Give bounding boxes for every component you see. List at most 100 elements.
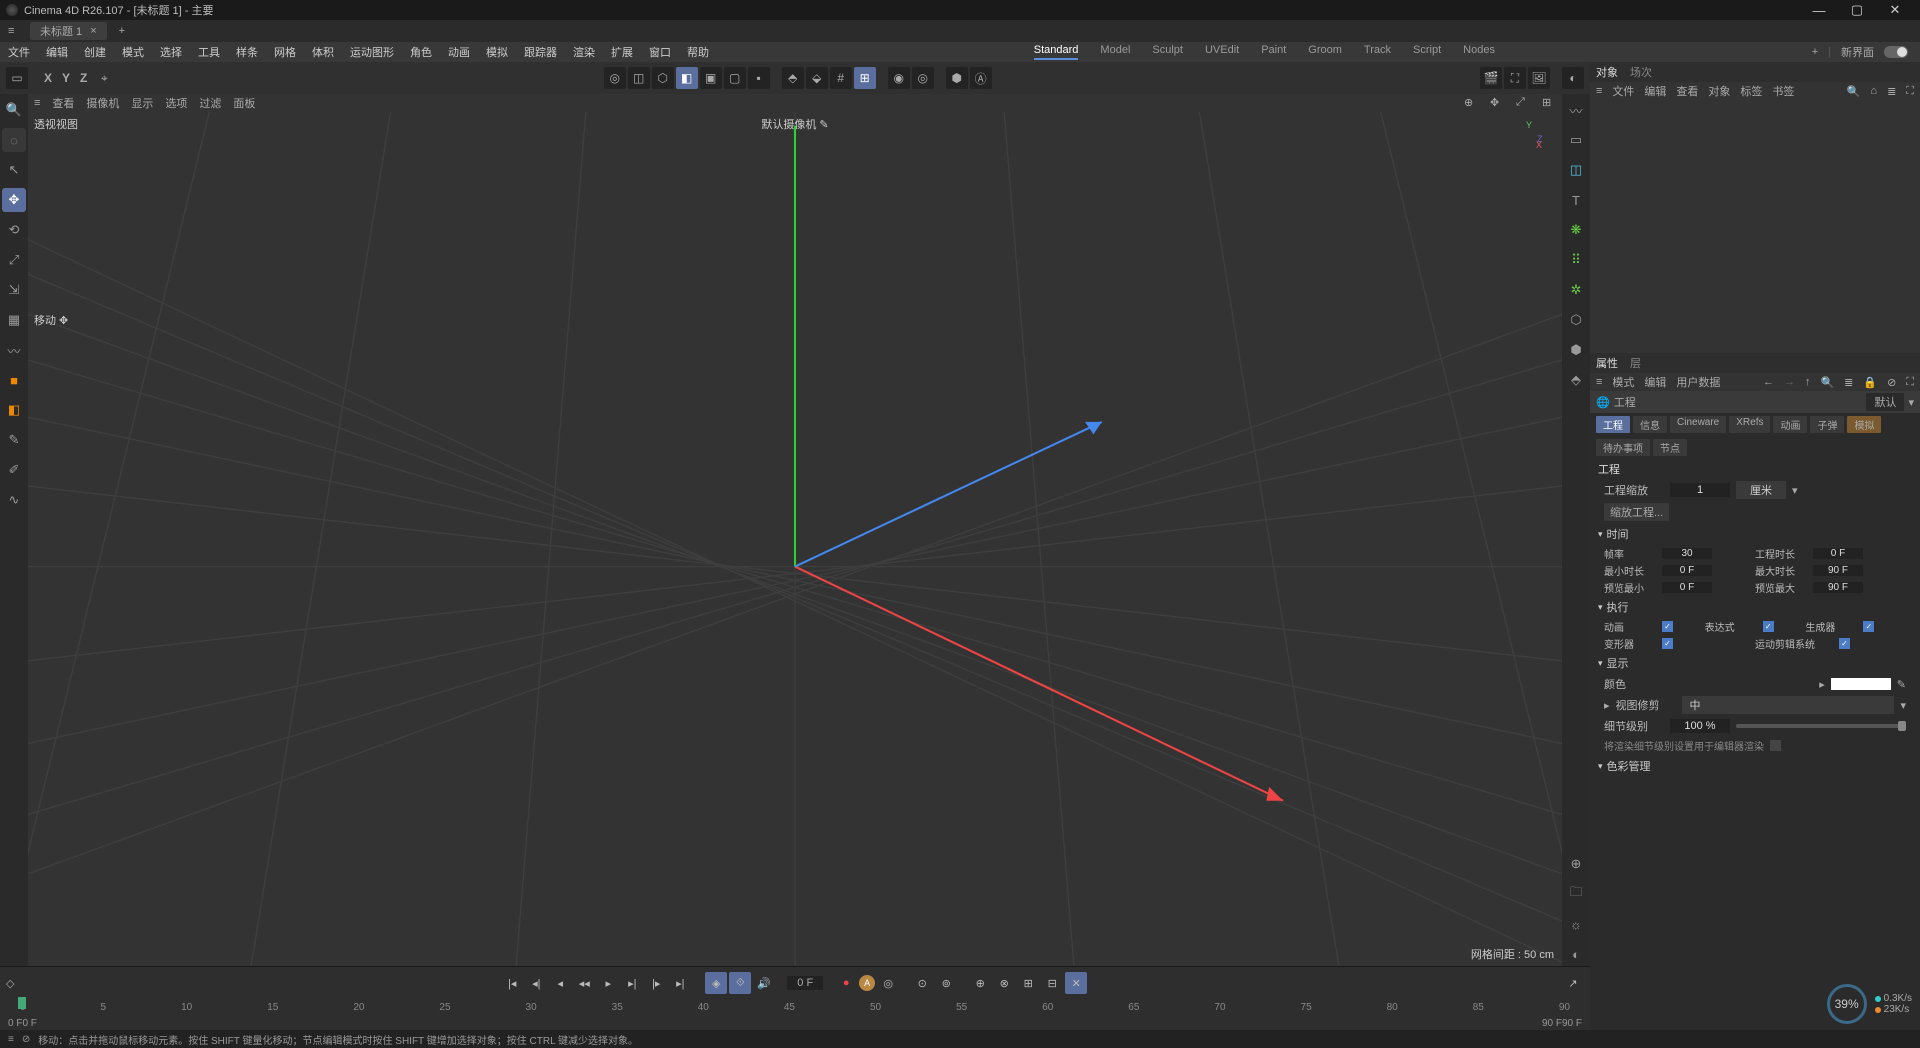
live-select-icon[interactable]: ◌	[2, 128, 26, 152]
brush-icon[interactable]: 〰	[2, 338, 26, 362]
hamburger-icon[interactable]: ≡	[8, 25, 14, 37]
tool3-icon[interactable]: ⬢	[946, 67, 968, 89]
attr-tab-anim[interactable]: 动画	[1773, 416, 1807, 433]
axis-widget[interactable]: Y Z X	[1512, 120, 1552, 160]
menu-extensions[interactable]: 扩展	[603, 44, 641, 60]
add-layout-icon[interactable]: +	[1812, 46, 1818, 58]
range-end[interactable]: 90 F	[1542, 1018, 1562, 1029]
search-icon[interactable]: 🔍	[1847, 85, 1861, 98]
gen-checkbox[interactable]: ✓	[1863, 621, 1874, 632]
goto-end-icon[interactable]: ▸|	[669, 972, 691, 994]
document-tab[interactable]: 未标题 1 ×	[30, 22, 107, 40]
menu-simulate[interactable]: 模拟	[478, 44, 516, 60]
place-tool-icon[interactable]: ⇲	[2, 278, 26, 302]
clip-select[interactable]: 中	[1682, 696, 1895, 714]
vmenu-camera[interactable]: 摄像机	[86, 95, 119, 111]
nav-layout-icon[interactable]: ⊞	[1542, 96, 1556, 110]
color-swatch[interactable]	[1831, 678, 1891, 690]
dropdown-icon[interactable]: ▾	[1908, 396, 1914, 409]
dropdown-icon[interactable]: ▾	[1792, 484, 1798, 497]
history-icon[interactable]: ▭	[6, 67, 28, 89]
autokey-badge[interactable]: A	[859, 975, 875, 991]
hamburger-icon[interactable]: ≡	[1596, 85, 1602, 97]
kg1-icon[interactable]: ⊕	[969, 972, 991, 994]
menu-mode[interactable]: 模式	[114, 44, 152, 60]
tab-attributes[interactable]: 属性	[1596, 355, 1618, 371]
layout-track[interactable]: Track	[1364, 44, 1391, 60]
scene-obj-icon[interactable]: ⬢	[1564, 338, 1588, 362]
axis-y-button[interactable]: Y	[58, 67, 74, 89]
nav-pan-icon[interactable]: ✥	[1490, 96, 1504, 110]
pen-icon[interactable]: ✐	[2, 458, 26, 482]
text-obj-icon[interactable]: T	[1564, 188, 1588, 212]
range-start[interactable]: 0 F	[22, 1018, 36, 1029]
attr-tab-sim[interactable]: 模拟	[1847, 416, 1881, 433]
tab-layers[interactable]: 层	[1630, 355, 1641, 371]
new-tab-button[interactable]: +	[111, 25, 133, 37]
kg4-icon[interactable]: ⊟	[1041, 972, 1063, 994]
timeline-ruler[interactable]: 0 5 10 15 20 25 30 35 40 45 50 55 60 65 …	[0, 999, 1590, 1016]
pmin-input[interactable]: 0 F	[1662, 582, 1712, 593]
layout-model[interactable]: Model	[1100, 44, 1130, 60]
vmenu-panel[interactable]: 面板	[233, 95, 255, 111]
cube-icon[interactable]: ◫	[628, 67, 650, 89]
maximize-icon[interactable]: ⛶	[1906, 376, 1914, 389]
kg3-icon[interactable]: ⊞	[1017, 972, 1039, 994]
spline-prim-icon[interactable]: ⬡	[652, 67, 674, 89]
anim-checkbox[interactable]: ✓	[1662, 621, 1673, 632]
tool1-icon[interactable]: ◉	[888, 67, 910, 89]
goto-start-icon[interactable]: |◂	[501, 972, 523, 994]
attr-tab-todo[interactable]: 待办事项	[1596, 439, 1650, 456]
scale-input[interactable]: 1	[1670, 483, 1730, 497]
lock-icon[interactable]: 🔒	[1863, 376, 1877, 389]
menu-create[interactable]: 创建	[76, 44, 114, 60]
cloner-icon[interactable]: ⠿	[1564, 248, 1588, 272]
search-icon[interactable]: 🔍	[2, 98, 26, 122]
point-mode-icon[interactable]: ■	[2, 368, 26, 392]
deform-obj-icon[interactable]: ⬡	[1564, 308, 1588, 332]
layout-script[interactable]: Script	[1413, 44, 1441, 60]
tab-takes[interactable]: 场次	[1630, 64, 1652, 80]
kg5-icon[interactable]: ✕	[1065, 972, 1087, 994]
scale-tool-icon[interactable]: ⤢	[2, 248, 26, 272]
vmenu-view[interactable]: 查看	[52, 95, 74, 111]
section-time[interactable]: 时间	[1590, 523, 1920, 545]
menu-mograph[interactable]: 运动图形	[342, 44, 402, 60]
material-icon[interactable]: ◐	[1564, 942, 1588, 966]
snap-settings-icon[interactable]: ⊞	[854, 67, 876, 89]
menu-spline[interactable]: 样条	[228, 44, 266, 60]
attr-menu-userdata[interactable]: 用户数据	[1676, 374, 1720, 390]
nav-back-icon[interactable]: ←	[1763, 376, 1774, 388]
wp-lock-icon[interactable]: ⬙	[806, 67, 828, 89]
obj-menu-view[interactable]: 查看	[1676, 83, 1698, 99]
next-key-icon[interactable]: |▸	[645, 972, 667, 994]
tool2-icon[interactable]: ◎	[912, 67, 934, 89]
axis-x-button[interactable]: X	[40, 67, 56, 89]
home-icon[interactable]: ⌂	[1870, 85, 1877, 97]
key-rot-icon[interactable]: ⊚	[935, 972, 957, 994]
tree-icon[interactable]: ≣	[1844, 376, 1853, 389]
rotate-tool-icon[interactable]: ⟲	[2, 218, 26, 242]
record-icon[interactable]: ●	[835, 972, 857, 994]
menu-tracker[interactable]: 跟踪器	[516, 44, 565, 60]
move-tool-icon[interactable]: ✥	[2, 188, 26, 212]
menu-select[interactable]: 选择	[152, 44, 190, 60]
close-button[interactable]: ✕	[1876, 0, 1914, 20]
attr-menu-edit[interactable]: 编辑	[1644, 374, 1666, 390]
prev-frame-icon[interactable]: ◂	[549, 972, 571, 994]
play-icon[interactable]: ▸	[597, 972, 619, 994]
layout-paint[interactable]: Paint	[1261, 44, 1286, 60]
sound-icon[interactable]: 🔊	[753, 972, 775, 994]
layout-sculpt[interactable]: Sculpt	[1152, 44, 1183, 60]
field-icon[interactable]: ❋	[1564, 218, 1588, 242]
layout-standard[interactable]: Standard	[1034, 44, 1079, 60]
vmenu-options[interactable]: 选项	[165, 95, 187, 111]
picture-viewer-icon[interactable]: 🖼	[1528, 67, 1550, 89]
dropdown-icon[interactable]: ▾	[1900, 699, 1906, 712]
menu-character[interactable]: 角色	[402, 44, 440, 60]
nav-up-icon[interactable]: ↑	[1805, 376, 1811, 388]
object-tree[interactable]	[1590, 100, 1920, 353]
attr-tab-bullet[interactable]: 子弹	[1810, 416, 1844, 433]
range-max[interactable]: 90 F	[1562, 1018, 1582, 1029]
key-icon[interactable]: ◇	[6, 977, 14, 990]
